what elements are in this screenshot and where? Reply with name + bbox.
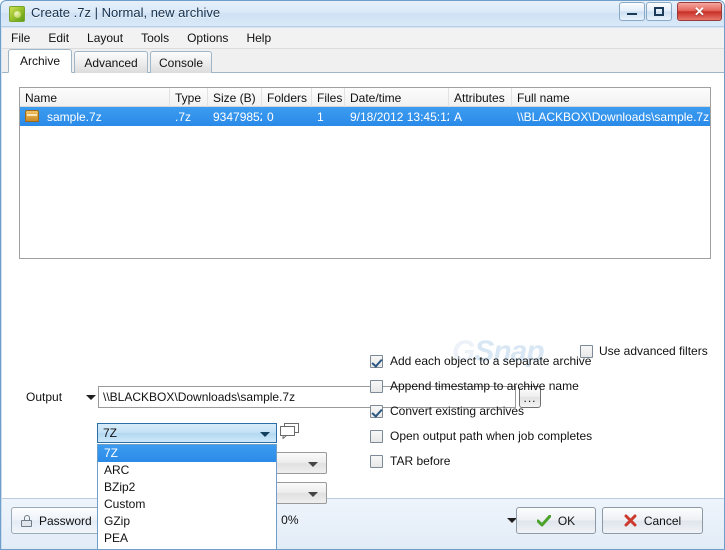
checkbox-icon[interactable]	[370, 379, 383, 393]
cell-files: 1	[317, 109, 324, 124]
dropdown-option-bzip2[interactable]: BZip2	[98, 479, 276, 496]
peazip-create-archive-window: Create .7z | Normal, new archive ✕ File …	[0, 0, 725, 550]
option-label: Append timestamp to archive name	[390, 379, 579, 393]
column-header-folders[interactable]: Folders	[262, 88, 312, 107]
menu-item-options[interactable]: Options	[178, 28, 237, 48]
archive-format-value: 7Z	[103, 426, 118, 440]
cell-folders: 0	[267, 109, 274, 124]
column-header-type[interactable]: Type	[170, 88, 208, 107]
check-icon	[536, 514, 551, 526]
use-advanced-filters-label: Use advanced filters	[599, 344, 708, 358]
menu-item-help[interactable]: Help	[237, 28, 280, 48]
option-label: TAR before	[390, 454, 451, 468]
option-open-output-path[interactable]: Open output path when job completes	[370, 429, 592, 443]
checkbox-icon[interactable]	[370, 354, 383, 368]
checkbox-icon[interactable]	[370, 454, 383, 468]
menu-item-layout[interactable]: Layout	[78, 28, 132, 48]
dropdown-option-arc[interactable]: ARC	[98, 462, 276, 479]
archive-format-combo[interactable]: 7Z	[97, 423, 277, 443]
output-label: Output	[26, 390, 63, 404]
chevron-down-icon	[308, 462, 318, 467]
archive-format-dropdown-list[interactable]: 7Z ARC BZip2 Custom GZip PEA QUAD/BALZ S…	[97, 444, 277, 549]
column-header-name[interactable]: Name	[20, 88, 170, 107]
file-list-header: Name Type Size (B) Folders Files Date/ti…	[20, 88, 710, 107]
cell-type: .7z	[175, 109, 192, 124]
chevron-down-icon[interactable]	[86, 395, 96, 400]
cancel-button[interactable]: Cancel	[602, 507, 703, 534]
column-header-size[interactable]: Size (B)	[208, 88, 262, 107]
column-header-files[interactable]: Files	[312, 88, 345, 107]
checkbox-icon[interactable]	[370, 404, 383, 418]
close-button[interactable]: ✕	[677, 2, 722, 21]
menu-item-tools[interactable]: Tools	[132, 28, 178, 48]
tab-console[interactable]: Console	[150, 51, 212, 73]
archive-tab-panel: Name Type Size (B) Folders Files Date/ti…	[2, 73, 724, 549]
maximize-button[interactable]	[646, 2, 672, 21]
cell-fullname: \\BLACKBOX\Downloads\sample.7z	[517, 109, 710, 124]
dropdown-option-pea[interactable]: PEA	[98, 530, 276, 547]
table-row[interactable]: sample.7z .7z 93479852 0 1 9/18/2012 13:…	[20, 107, 710, 126]
column-header-datetime[interactable]: Date/time	[345, 88, 449, 107]
file-list[interactable]: Name Type Size (B) Folders Files Date/ti…	[19, 87, 711, 259]
option-add-each-object[interactable]: Add each object to a separate archive	[370, 354, 591, 368]
chevron-down-icon	[308, 492, 318, 497]
column-header-attributes[interactable]: Attributes	[449, 88, 512, 107]
minimize-icon	[620, 3, 644, 20]
option-label: Open output path when job completes	[390, 429, 593, 443]
ok-button[interactable]: OK	[516, 507, 596, 534]
tab-advanced[interactable]: Advanced	[74, 51, 148, 73]
cell-datetime: 9/18/2012 13:45:12	[350, 109, 449, 124]
menu-bar: File Edit Layout Tools Options Help	[2, 28, 724, 49]
ok-label: OK	[557, 513, 576, 528]
comment-bubble-icon[interactable]	[280, 423, 300, 439]
lock-icon	[21, 514, 32, 527]
tab-strip: Archive Advanced Console	[2, 49, 724, 73]
maximize-icon	[647, 3, 671, 20]
option-tar-before[interactable]: TAR before	[370, 454, 450, 468]
chevron-down-icon	[260, 432, 270, 437]
minimize-button[interactable]	[619, 2, 645, 21]
option-append-timestamp[interactable]: Append timestamp to archive name	[370, 379, 579, 393]
cancel-label: Cancel	[643, 513, 682, 528]
dropdown-option-7z[interactable]: 7Z	[98, 445, 276, 462]
archive-box-icon	[25, 110, 39, 122]
menu-item-edit[interactable]: Edit	[39, 28, 78, 48]
use-advanced-filters-checkbox[interactable]: Use advanced filters	[580, 344, 708, 358]
title-bar: Create .7z | Normal, new archive ✕	[1, 1, 724, 27]
checkbox-icon[interactable]	[370, 429, 383, 443]
option-convert-existing-archives[interactable]: Convert existing archives	[370, 404, 524, 418]
dropdown-option-gzip[interactable]: GZip	[98, 513, 276, 530]
cross-icon	[624, 514, 637, 527]
cell-name: sample.7z	[47, 109, 102, 124]
cell-attributes: A	[454, 109, 463, 124]
peazip-icon	[9, 6, 25, 22]
option-label: Convert existing archives	[390, 404, 525, 418]
close-icon: ✕	[694, 3, 705, 19]
column-header-fullname[interactable]: Full name	[512, 88, 710, 107]
cell-size: 93479852	[213, 109, 262, 124]
password-label: Password	[39, 513, 92, 528]
menu-item-file[interactable]: File	[2, 28, 39, 48]
window-title: Create .7z | Normal, new archive	[31, 5, 221, 20]
dropdown-option-custom[interactable]: Custom	[98, 496, 276, 513]
tab-archive[interactable]: Archive	[8, 49, 72, 73]
option-label: Add each object to a separate archive	[390, 354, 592, 368]
